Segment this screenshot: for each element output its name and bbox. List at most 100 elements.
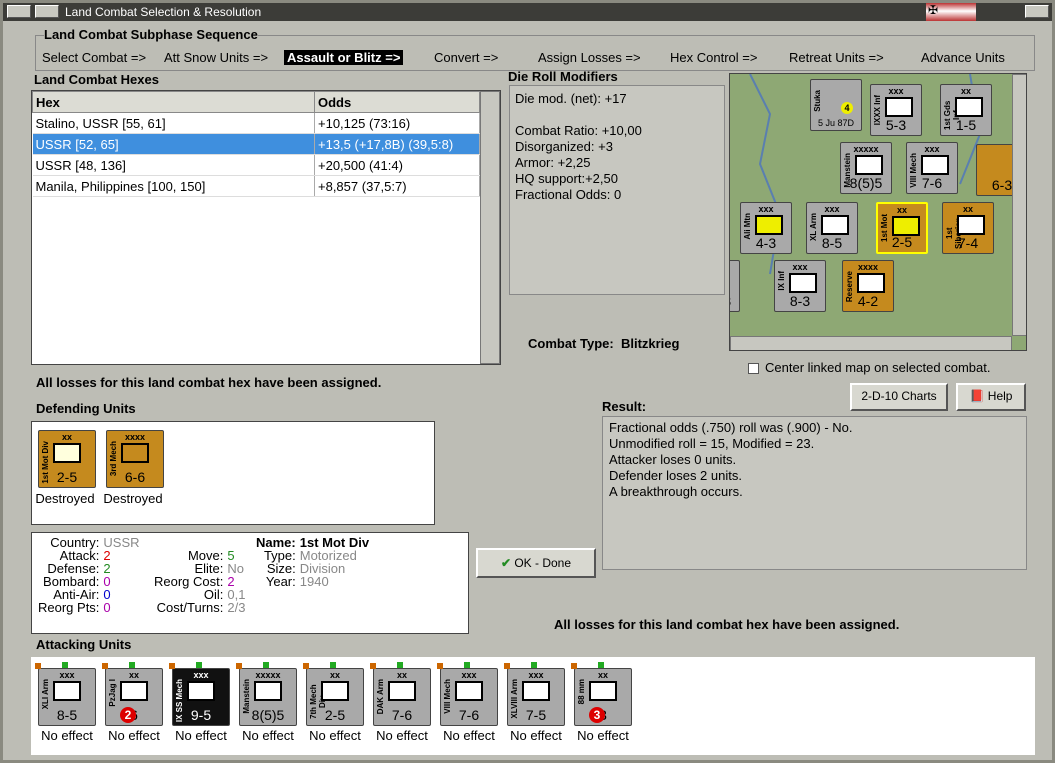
unit-name: XLI Arm <box>41 679 50 710</box>
marker-icon <box>370 663 376 669</box>
unit-status: Destroyed <box>35 491 95 506</box>
marker-icon <box>330 662 336 668</box>
charts-button[interactable]: 2-D-10 Charts <box>850 383 948 411</box>
stack-badge: 3 <box>589 707 605 723</box>
mountain-icon <box>755 215 783 235</box>
close-button[interactable] <box>1025 5 1049 18</box>
result-line: Attacker loses 0 units. <box>609 452 737 467</box>
map-counter[interactable]: xxxx Reserve 4-2 <box>842 260 894 312</box>
map-counter[interactable]: xx1st Siberian7-4 <box>942 202 994 254</box>
attacking-unit-counter[interactable]: xxx IX SS Mech 9-5 <box>172 668 230 726</box>
ok-done-button[interactable]: ✔ OK - Done <box>476 548 596 578</box>
unit-status: No effect <box>510 728 562 743</box>
unit-strength: 7-5 <box>525 707 547 723</box>
map-counter[interactable]: xxx IX Inf 8-3 <box>774 260 826 312</box>
map-counter[interactable]: xxx VIII Mech 7-6 <box>906 142 958 194</box>
map-horizontal-scrollbar[interactable] <box>730 336 1012 350</box>
mini-map[interactable]: Stuka 4 5 Ju 87D xxx IXXX Inf 5-3 xx 1st Gds … <box>729 73 1027 351</box>
unit-symbol-icon <box>120 681 148 701</box>
help-button[interactable]: 📕 Help <box>956 383 1026 411</box>
mountain-icon <box>857 273 885 293</box>
attacking-unit-counter[interactable]: xx 7th Mech Div 2-5 <box>306 668 364 726</box>
flag-icon: ✠ <box>926 3 976 21</box>
center-map-checkbox[interactable] <box>748 363 759 375</box>
table-row[interactable]: Manila, Philippines [100, 150] +8,857 (37… <box>32 175 480 197</box>
infantry-icon <box>789 273 817 293</box>
hexes-list[interactable]: Hex Odds Stalino, USSR [55, 61] +10,125 (… <box>31 90 501 365</box>
marker-icon <box>196 662 202 668</box>
map-counter[interactable]: xxx Ali Mtn 4-3 <box>740 202 792 254</box>
subphase-sequence: Land Combat Subphase Sequence Select Com… <box>35 27 1035 71</box>
result-box: Fractional odds (.750) roll was (.900) -… <box>602 416 1027 570</box>
help-label: Help <box>987 389 1013 403</box>
result-line: A breakthrough occurs. <box>609 484 743 499</box>
marker-icon <box>129 662 135 668</box>
marker-icon <box>169 663 175 669</box>
unit-name: 88 mm <box>577 679 586 705</box>
column-header-hex[interactable]: Hex <box>32 91 315 113</box>
infantry-icon <box>955 97 983 117</box>
modifier-line: Die mod. (net): +17 <box>515 91 627 106</box>
defending-units-panel: xx 1st Mot Div 2-5 Destroyed xxxx 3rd Mech 6… <box>31 421 435 525</box>
marker-icon <box>531 662 537 668</box>
hexes-title: Land Combat Hexes <box>34 72 159 87</box>
unit-symbol-icon <box>589 681 617 701</box>
attacking-unit-counter[interactable]: xxx XLVIII Arm 7-5 <box>507 668 565 726</box>
modifier-line: Disorganized: +3 <box>515 139 613 154</box>
unit-status: No effect <box>577 728 629 743</box>
defending-unit-counter[interactable]: xx 1st Mot Div 2-5 <box>38 430 96 488</box>
attacking-unit-counter[interactable]: xxx VIII Mech 7-6 <box>440 668 498 726</box>
hex-cell: Manila, Philippines [100, 150] <box>32 175 315 197</box>
stack-badge: 2 <box>120 707 136 723</box>
mech-icon <box>921 155 949 175</box>
center-map-label: Center linked map on selected combat. <box>765 360 991 375</box>
attacking-unit-counter[interactable]: xx88 mm33 <box>574 668 632 726</box>
cost-turns-value: 2/3 <box>227 600 246 615</box>
modifiers-box: Die mod. (net): +17 Combat Ratio: +10,00… <box>509 85 725 295</box>
attacking-title: Attacking Units <box>36 637 132 652</box>
year-value: 1940 <box>299 574 329 589</box>
map-counter[interactable]: xxx IXXX Inf 5-3 <box>870 84 922 136</box>
column-header-odds[interactable]: Odds <box>314 91 480 113</box>
unit-symbol-icon <box>455 681 483 701</box>
attacking-unit-counter[interactable]: xxxxx Manstein 8(5)5 <box>239 668 297 726</box>
attacking-unit-counter[interactable]: xxPzJag I62 <box>105 668 163 726</box>
defending-title: Defending Units <box>36 401 136 416</box>
table-row[interactable]: USSR [48, 136] +20,500 (41:4) <box>32 154 480 176</box>
table-row[interactable]: Stalino, USSR [55, 61] +10,125 (73:16) <box>32 112 480 134</box>
step-advance-units: Advance Units <box>921 50 1005 65</box>
info-label: Cost/Turns: <box>156 600 224 615</box>
odds-cell: +20,500 (41:4) <box>314 154 480 176</box>
map-counter[interactable]: xx1st Gds Inf1-5 <box>940 84 992 136</box>
window-menu-button[interactable] <box>7 5 31 18</box>
map-counter[interactable]: -3 <box>730 260 740 312</box>
armor-icon <box>821 215 849 235</box>
unit-symbol-icon <box>522 681 550 701</box>
combat-type-value: Blitzkrieg <box>620 336 680 351</box>
map-counter[interactable]: xxxxx Manstein 8(5)5 <box>840 142 892 194</box>
unit-symbol-icon <box>388 681 416 701</box>
unit-status: No effect <box>175 728 227 743</box>
hexes-scrollbar[interactable] <box>480 91 500 364</box>
unit-strength: 8(5)5 <box>251 707 285 723</box>
attacking-units-panel: xxxXLI Arm8-5 No effect xxPzJag I62 No effe… <box>31 657 1035 755</box>
center-map-option[interactable]: Center linked map on selected combat. <box>748 360 990 375</box>
attacking-unit-counter[interactable]: xxx XLI Arm 8-5 <box>38 668 96 726</box>
map-counter[interactable]: xxx XL Arm 8-5 <box>806 202 858 254</box>
marker-icon <box>598 662 604 668</box>
map-vertical-scrollbar[interactable] <box>1012 74 1026 336</box>
marker-icon <box>236 663 242 669</box>
attacking-unit-counter[interactable]: xx DAK Arm 7-6 <box>373 668 431 726</box>
defending-unit-counter[interactable]: xxxx 3rd Mech 6-6 <box>106 430 164 488</box>
unit-strength: 7-6 <box>458 707 480 723</box>
combat-type: Combat Type: Blitzkrieg <box>528 336 679 351</box>
map-counter[interactable]: Stuka 4 5 Ju 87D <box>810 79 862 131</box>
modifier-line: HQ support:+2,50 <box>515 171 618 186</box>
modifiers-title: Die Roll Modifiers <box>508 69 618 84</box>
map-counter[interactable]: xx 1st Mot 2-5 <box>876 202 928 254</box>
modifier-line: Armor: +2,25 <box>515 155 591 170</box>
minimize-button[interactable] <box>35 5 59 18</box>
table-row[interactable]: USSR [52, 65] +13,5 (+17,8B) (39,5:8) <box>32 133 480 155</box>
unit-status: No effect <box>242 728 294 743</box>
window-title: Land Combat Selection & Resolution <box>65 5 262 19</box>
